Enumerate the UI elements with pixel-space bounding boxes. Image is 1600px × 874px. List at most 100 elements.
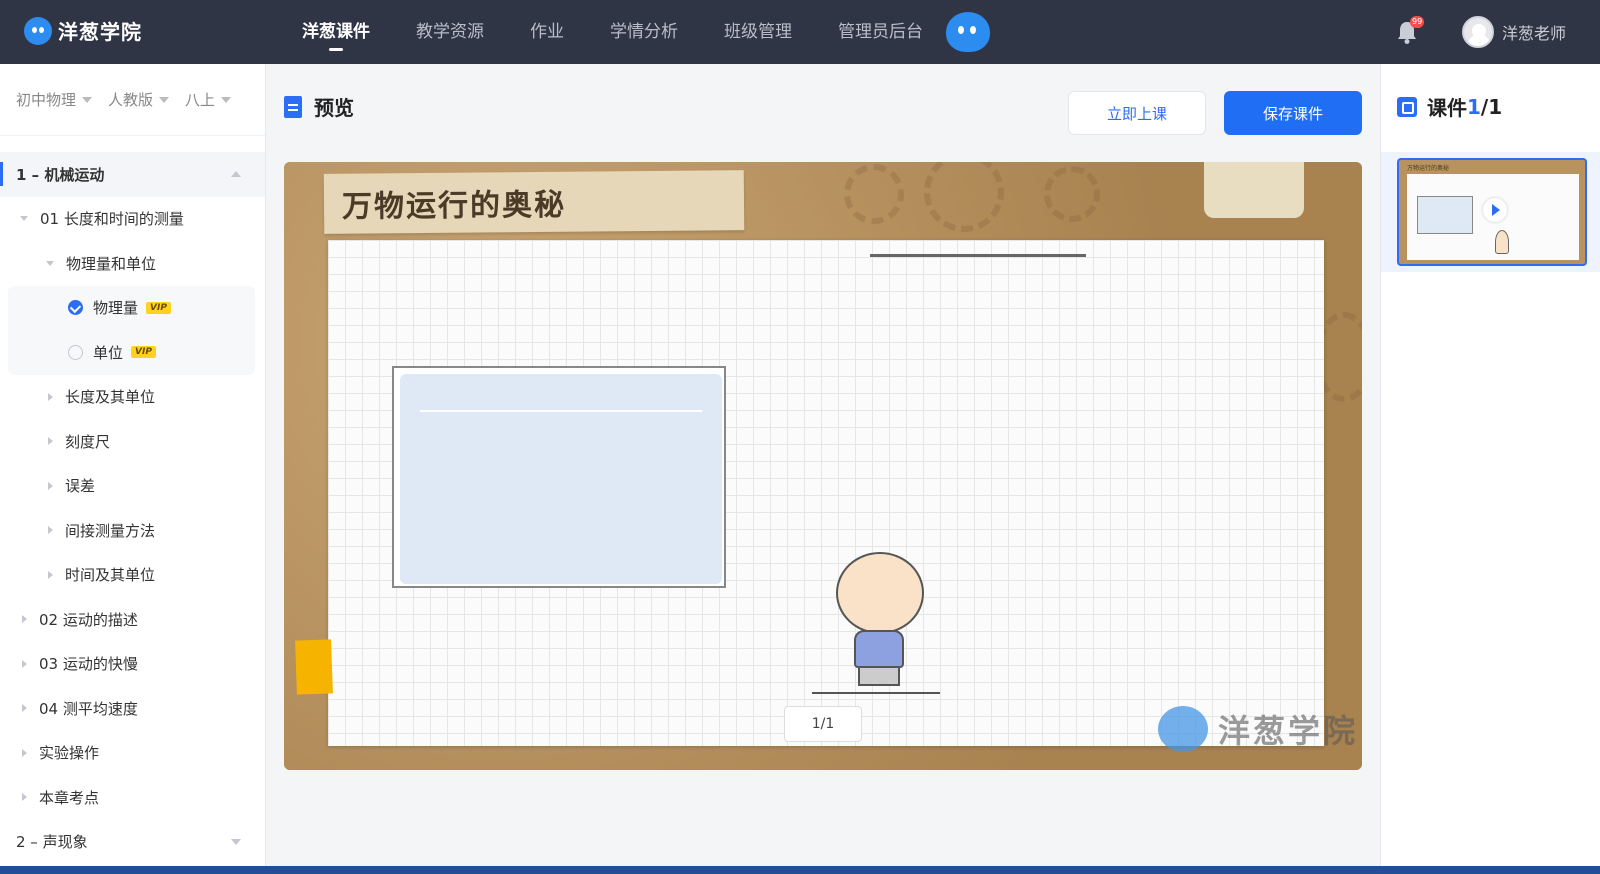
section-item[interactable]: 03 运动的快慢 [0,642,265,687]
chevron-down-icon [221,96,232,103]
video-placeholder[interactable] [392,366,726,588]
courseware-total: /1 [1480,94,1503,119]
chevron-down-icon [159,96,170,103]
section-item[interactable]: 04 测平均速度 [0,686,265,731]
vip-badge: VIP [131,346,156,359]
courseware-list-panel: 课件 1 /1 万物运行的奥秘 [1380,64,1600,874]
sticky-tape [295,639,333,695]
chevron-right-icon [48,392,53,401]
chapter-item-1[interactable]: 1 – 机械运动 [0,152,265,197]
chevron-down-icon [231,838,241,845]
subsection-item[interactable]: 间接测量方法 [0,508,265,553]
section-label: 03 运动的快慢 [39,655,138,674]
section-label: 实验操作 [39,744,100,763]
chevron-right-icon [22,748,27,757]
nav-item-homework[interactable]: 作业 [530,0,564,64]
chapter-item-2[interactable]: 2 – 声现象 [0,820,265,865]
chapter-tree: 1 – 机械运动 01 长度和时间的测量 物理量和单位 物理量 VIP 单位 V… [0,136,265,864]
checked-circle-icon [68,300,83,316]
watermark: 洋葱学院 [1158,706,1358,752]
subsection-item[interactable]: 误差 [0,464,265,509]
subsection-label: 刻度尺 [65,432,111,451]
thumbnail-character [1495,230,1509,254]
cartoon-character-body [854,630,904,668]
vip-badge: VIP [146,301,171,314]
logo[interactable]: 洋葱学院 [24,16,142,45]
nav-item-class-management[interactable]: 班级管理 [724,0,792,64]
watermark-text: 洋葱学院 [1218,712,1359,750]
section-label: 01 长度和时间的测量 [40,210,184,229]
subsection-label: 误差 [65,477,96,496]
courseware-list-title: 课件 [1427,96,1467,120]
cartoon-character-legs [858,666,900,686]
nav-item-admin[interactable]: 管理员后台 [838,0,923,64]
subsection-label: 时间及其单位 [65,566,156,585]
main-nav: 洋葱课件 教学资源 作业 学情分析 班级管理 管理员后台 [302,0,969,64]
courseware-icon [1397,96,1417,117]
unchecked-circle-icon [68,344,83,360]
start-class-button[interactable]: 立即上课 [1068,91,1206,135]
avatar [1462,16,1494,48]
section-label: 本章考点 [39,788,100,807]
subsection-item-quantities[interactable]: 物理量和单位 [0,241,265,286]
edition-filter[interactable]: 人教版 [108,89,170,110]
lesson-item-physical-quantity[interactable]: 物理量 VIP [8,286,255,331]
nav-item-resources[interactable]: 教学资源 [416,0,484,64]
edition-filter-label: 人教版 [108,91,154,109]
mascot-card [1204,162,1304,218]
chevron-down-icon [20,216,28,222]
video-frame [400,374,722,584]
onion-logo-icon [24,16,52,45]
subject-filter[interactable]: 初中物理 [16,89,93,110]
section-item[interactable]: 实验操作 [0,731,265,776]
document-icon [284,95,302,118]
play-icon[interactable] [1483,198,1507,222]
slide-thumbnail[interactable]: 万物运行的奥秘 [1397,158,1587,266]
subsection-item[interactable]: 时间及其单位 [0,553,265,598]
courseware-thumbnail-item[interactable]: 万物运行的奥秘 [1381,152,1600,272]
chevron-down-icon [82,96,93,103]
subsection-label: 物理量和单位 [66,254,157,273]
ground-line [812,692,940,694]
chevron-up-icon [231,171,241,177]
section-item[interactable]: 02 运动的描述 [0,597,265,642]
chevron-right-icon [48,437,53,446]
chevron-right-icon [22,615,27,624]
subsection-item[interactable]: 刻度尺 [0,419,265,464]
chevron-right-icon [48,526,53,535]
courseware-current-index: 1 [1467,94,1481,119]
gear-decoration-icon [1044,166,1100,222]
chevron-right-icon [22,704,27,713]
section-label: 04 测平均速度 [39,699,138,718]
page-counter: 1/1 [784,706,862,742]
top-navigation-bar: 洋葱学院 洋葱课件 教学资源 作业 学情分析 班级管理 管理员后台 99 洋葱老… [0,0,1600,64]
grade-filter[interactable]: 八上 [185,89,232,110]
filter-bar: 初中物理 人教版 八上 [0,64,265,136]
logo-text: 洋葱学院 [58,20,142,44]
lesson-label: 单位 [93,343,124,362]
thumbnail-title: 万物运行的奥秘 [1407,165,1450,172]
gear-decoration-icon [844,164,904,224]
lesson-item-unit[interactable]: 单位 VIP [8,330,255,375]
chapter-label: 2 – 声现象 [16,833,88,852]
thumbnail-video-box [1417,196,1473,234]
section-item-01[interactable]: 01 长度和时间的测量 [0,197,265,242]
subsection-label: 间接测量方法 [65,521,156,540]
notification-badge: 99 [1410,16,1425,28]
lesson-label: 物理量 [93,299,139,318]
section-item[interactable]: 本章考点 [0,775,265,820]
save-courseware-button[interactable]: 保存课件 [1224,91,1362,135]
user-menu[interactable]: 洋葱老师 [1462,16,1566,48]
bottom-strip [0,866,1600,874]
nav-item-courseware[interactable]: 洋葱课件 [302,0,370,64]
courseware-list-header: 课件 1 /1 [1397,92,1502,121]
divider [870,254,1086,257]
cartoon-character-head [836,552,924,634]
divider [420,410,702,412]
chevron-right-icon [48,570,53,579]
subsection-item[interactable]: 长度及其单位 [0,375,265,420]
onion-mascot-icon [946,12,990,52]
nav-item-analytics[interactable]: 学情分析 [610,0,678,64]
user-name: 洋葱老师 [1502,24,1567,43]
chevron-right-icon [48,481,53,490]
